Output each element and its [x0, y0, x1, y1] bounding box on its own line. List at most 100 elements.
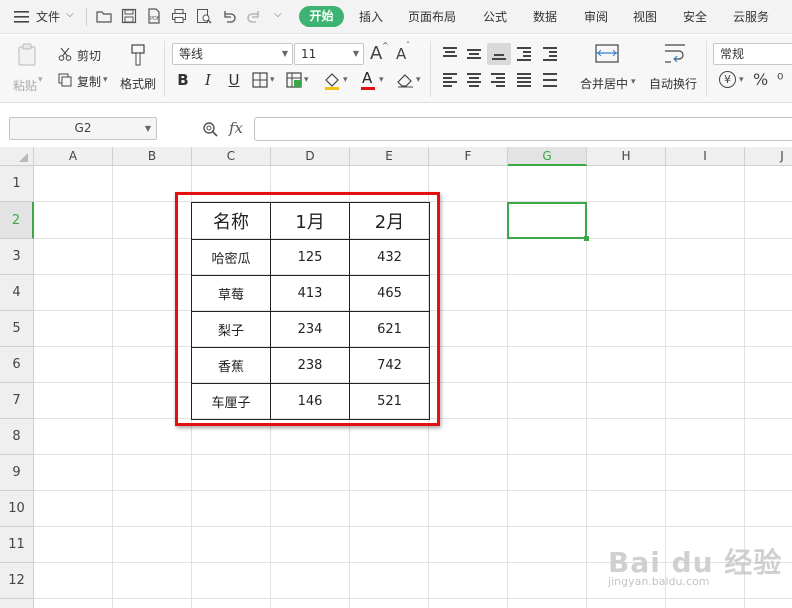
zoom-search-icon[interactable]: [202, 121, 220, 140]
font-name-select[interactable]: 等线 ▼: [172, 43, 293, 65]
justify-icon[interactable]: [514, 71, 534, 89]
column-header[interactable]: F: [429, 147, 508, 166]
table-cell[interactable]: 234: [270, 311, 350, 348]
clear-dropdown-icon[interactable]: ▾: [416, 75, 421, 85]
table-cell[interactable]: 146: [270, 383, 350, 420]
formula-input[interactable]: [254, 117, 792, 141]
table-header-cell[interactable]: 2月: [349, 202, 430, 240]
format-painter-button[interactable]: 格式刷: [120, 75, 156, 92]
tab-page-layout[interactable]: 页面布局: [408, 8, 456, 25]
open-folder-icon[interactable]: [96, 8, 112, 24]
table-cell[interactable]: 草莓: [191, 275, 271, 312]
column-header[interactable]: E: [350, 147, 429, 166]
font-color-dropdown-icon[interactable]: ▾: [379, 75, 384, 85]
wrap-text-button[interactable]: 自动换行: [649, 75, 697, 92]
paste-dropdown-icon[interactable]: ▾: [38, 75, 43, 85]
print-preview-icon[interactable]: [196, 8, 212, 24]
cell-style-dropdown-icon[interactable]: ▾: [304, 75, 309, 85]
column-header[interactable]: H: [587, 147, 666, 166]
row-header[interactable]: 10: [0, 491, 34, 527]
currency-format-button[interactable]: ¥: [719, 71, 736, 88]
table-cell[interactable]: 车厘子: [191, 383, 271, 420]
align-top-icon[interactable]: [440, 45, 460, 63]
comma-format-button[interactable]: ⁰: [777, 70, 783, 89]
paste-icon[interactable]: [17, 43, 39, 70]
table-cell[interactable]: 742: [349, 347, 430, 384]
fill-color-icon[interactable]: [323, 72, 341, 93]
table-cell[interactable]: 梨子: [191, 311, 271, 348]
decrease-font-size-button[interactable]: A: [396, 45, 406, 63]
align-center-icon[interactable]: [464, 71, 484, 89]
table-cell[interactable]: 238: [270, 347, 350, 384]
row-header[interactable]: 11: [0, 527, 34, 563]
italic-button[interactable]: I: [198, 70, 218, 90]
font-size-select[interactable]: 11 ▼: [294, 43, 364, 65]
select-all-corner[interactable]: [0, 147, 34, 166]
copy-button[interactable]: 复制: [77, 73, 101, 90]
increase-indent-icon[interactable]: [540, 45, 560, 63]
column-header[interactable]: B: [113, 147, 192, 166]
column-header[interactable]: J: [745, 147, 792, 166]
borders-icon[interactable]: [252, 72, 268, 91]
export-pdf-icon[interactable]: PDF: [146, 8, 162, 24]
tab-insert[interactable]: 插入: [359, 8, 383, 25]
undo-icon[interactable]: [221, 8, 237, 24]
fill-color-dropdown-icon[interactable]: ▾: [343, 75, 348, 85]
row-header[interactable]: 4: [0, 275, 34, 311]
row-header-active[interactable]: 2: [0, 202, 34, 239]
increase-font-size-button[interactable]: A: [370, 43, 382, 64]
name-box[interactable]: G2 ▼: [9, 117, 157, 140]
cut-button[interactable]: 剪切: [77, 47, 101, 64]
column-header[interactable]: A: [34, 147, 113, 166]
table-cell[interactable]: 521: [349, 383, 430, 420]
font-color-button[interactable]: A: [362, 69, 372, 87]
column-header-active[interactable]: G: [508, 147, 587, 166]
print-icon[interactable]: [171, 8, 187, 24]
tab-review[interactable]: 审阅: [584, 8, 608, 25]
tab-view[interactable]: 视图: [633, 8, 657, 25]
table-cell[interactable]: 哈密瓜: [191, 239, 271, 276]
decrease-indent-icon[interactable]: [514, 45, 534, 63]
redo-icon[interactable]: [246, 8, 262, 24]
row-header[interactable]: 9: [0, 455, 34, 491]
align-bottom-icon[interactable]: [487, 43, 511, 65]
copy-dropdown-icon[interactable]: ▾: [103, 75, 108, 85]
row-header[interactable]: 8: [0, 419, 34, 455]
row-header[interactable]: 7: [0, 383, 34, 419]
align-right-icon[interactable]: [488, 71, 508, 89]
table-header-cell[interactable]: 1月: [270, 202, 350, 240]
row-header[interactable]: 1: [0, 166, 34, 202]
percent-format-button[interactable]: %: [753, 70, 768, 89]
distributed-align-icon[interactable]: [540, 71, 560, 89]
cell-style-icon[interactable]: [286, 72, 302, 91]
customize-quick-access-icon[interactable]: ⌵: [274, 9, 282, 20]
hamburger-menu-icon[interactable]: [14, 10, 30, 24]
insert-function-button[interactable]: fx: [229, 119, 243, 137]
align-left-icon[interactable]: [440, 71, 460, 89]
tab-cloud-services[interactable]: 云服务: [733, 8, 769, 25]
column-header[interactable]: I: [666, 147, 745, 166]
tab-security[interactable]: 安全: [683, 8, 707, 25]
table-cell[interactable]: 413: [270, 275, 350, 312]
table-cell[interactable]: 125: [270, 239, 350, 276]
table-cell[interactable]: 香蕉: [191, 347, 271, 384]
bold-button[interactable]: B: [173, 70, 193, 90]
currency-dropdown-icon[interactable]: ▾: [739, 75, 744, 85]
row-header[interactable]: [0, 599, 34, 608]
borders-dropdown-icon[interactable]: ▾: [270, 75, 275, 85]
eraser-icon[interactable]: [396, 72, 414, 91]
tab-formulas[interactable]: 公式: [483, 8, 507, 25]
table-header-cell[interactable]: 名称: [191, 202, 271, 240]
column-header[interactable]: D: [271, 147, 350, 166]
underline-button[interactable]: U: [224, 70, 244, 90]
merge-center-button[interactable]: 合并居中: [580, 75, 628, 92]
file-menu[interactable]: 文件: [36, 8, 60, 25]
row-header[interactable]: 6: [0, 347, 34, 383]
column-header[interactable]: C: [192, 147, 271, 166]
tab-data[interactable]: 数据: [533, 8, 557, 25]
row-header[interactable]: 3: [0, 239, 34, 275]
table-cell[interactable]: 621: [349, 311, 430, 348]
tab-start[interactable]: 开始: [299, 6, 344, 27]
align-middle-icon[interactable]: [464, 45, 484, 63]
chevron-down-icon[interactable]: ⌵: [66, 9, 74, 20]
